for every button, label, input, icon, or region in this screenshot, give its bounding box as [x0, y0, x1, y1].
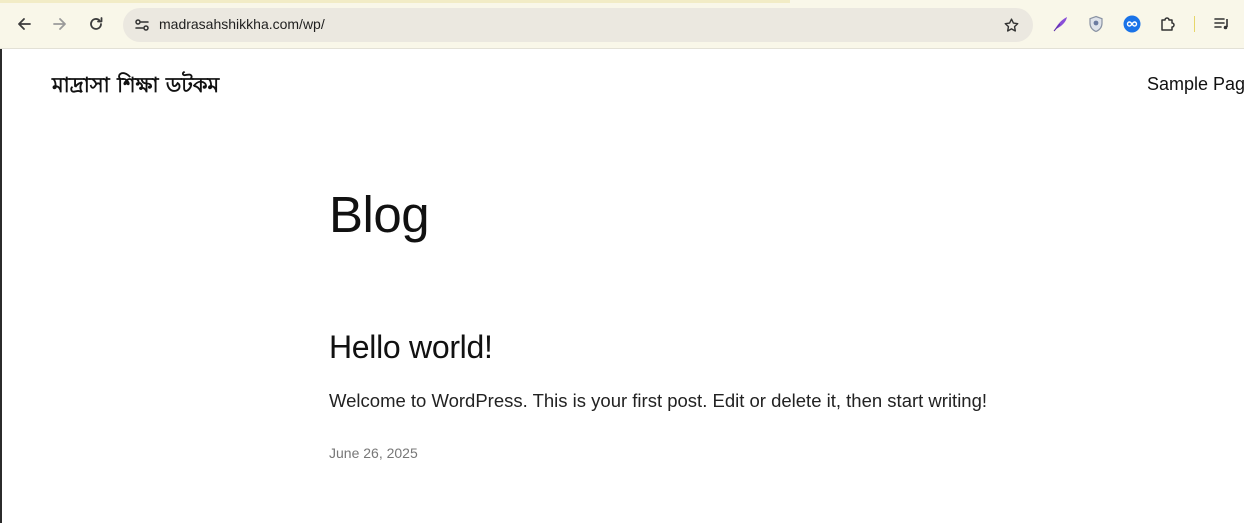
- star-icon: [1004, 17, 1018, 32]
- arrow-left-icon: [18, 18, 31, 30]
- toolbar-divider: [1194, 16, 1195, 32]
- forward-button[interactable]: [46, 10, 74, 38]
- web-page: মাদ্রাসা শিক্ষা ডটকম Sample Page Blog He…: [0, 49, 1244, 523]
- post-date[interactable]: June 26, 2025: [329, 445, 418, 461]
- shield-extension-icon: [1089, 15, 1103, 33]
- post-title[interactable]: Hello world!: [329, 329, 493, 366]
- site-title[interactable]: মাদ্রাসা শিক্ষা ডটকম: [52, 69, 219, 104]
- feather-extension-button[interactable]: [1050, 14, 1070, 34]
- arrow-right-icon: [53, 18, 66, 30]
- puzzle-icon: [1161, 17, 1175, 31]
- address-bar[interactable]: madrasahshikkha.com/wp/: [123, 8, 1033, 42]
- browser-toolbar: madrasahshikkha.com/wp/: [0, 0, 1244, 49]
- infinity-extension-icon: [1123, 15, 1141, 33]
- extensions-button[interactable]: [1158, 14, 1178, 34]
- nav-link-sample-page[interactable]: Sample Page: [1147, 74, 1244, 95]
- reload-button[interactable]: [82, 10, 110, 38]
- reading-list-button[interactable]: [1212, 14, 1232, 34]
- bookmark-button[interactable]: [1001, 15, 1021, 35]
- url-text[interactable]: madrasahshikkha.com/wp/: [159, 16, 325, 32]
- reload-icon: [90, 17, 103, 30]
- shield-extension-button[interactable]: [1086, 14, 1106, 34]
- post-excerpt: Welcome to WordPress. This is your first…: [329, 390, 988, 411]
- tune-icon: [135, 19, 149, 31]
- queue-music-icon: [1214, 18, 1228, 30]
- site-info-button[interactable]: [132, 15, 152, 35]
- feather-extension-icon: [1053, 17, 1067, 32]
- infinity-extension-button[interactable]: [1122, 14, 1142, 34]
- back-button[interactable]: [10, 10, 38, 38]
- page-title: Blog: [329, 186, 430, 243]
